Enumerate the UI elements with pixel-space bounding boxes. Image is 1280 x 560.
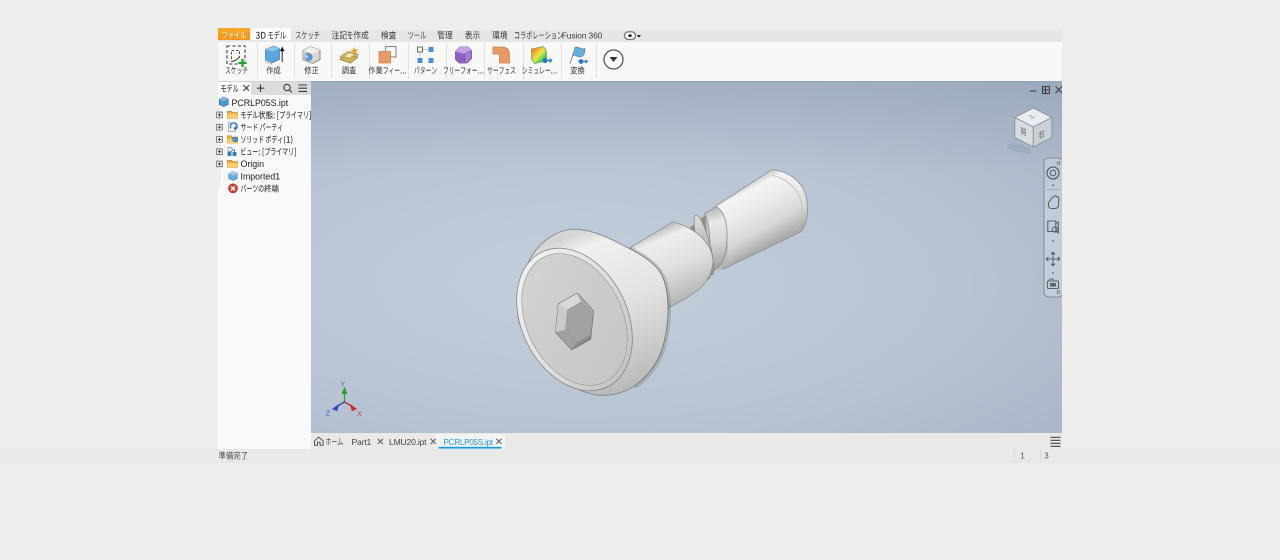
svg-text:Y: Y	[340, 381, 345, 388]
svg-text:Z: Z	[325, 410, 330, 417]
svg-text:X: X	[357, 411, 362, 418]
